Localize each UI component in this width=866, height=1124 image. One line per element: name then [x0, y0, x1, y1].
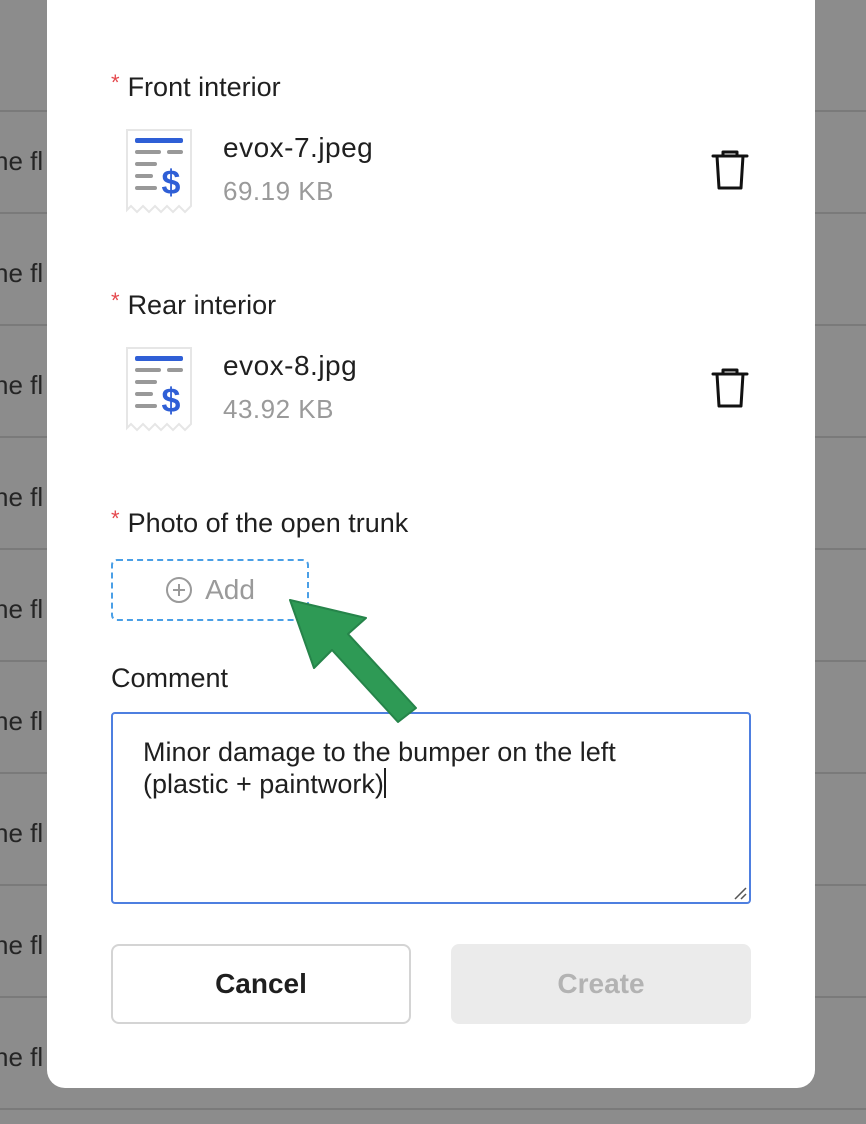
add-photo-label: Add — [205, 574, 255, 605]
field-label-text: Photo of the open trunk — [127, 508, 409, 538]
svg-text:$: $ — [162, 382, 181, 420]
background-row-text: ne fl — [0, 818, 44, 848]
background-row-text: ne fl — [0, 706, 44, 736]
field-label-text: Rear interior — [127, 290, 277, 320]
required-marker: * — [111, 70, 120, 95]
comment-text: Minor damage to the bumper on the left (… — [143, 737, 616, 799]
create-button[interactable]: Create — [451, 944, 751, 1024]
field-label-front-interior: * Front interior — [111, 70, 281, 103]
required-marker: * — [111, 288, 120, 313]
file-size: 69.19 KB — [223, 176, 334, 206]
background-row-text: ne fl — [0, 482, 44, 512]
required-marker: * — [111, 506, 120, 531]
field-label-rear-interior: * Rear interior — [111, 288, 277, 321]
trash-icon[interactable] — [709, 148, 751, 192]
receipt-file-icon: $ — [126, 347, 192, 432]
annotation-arrow-icon — [289, 599, 417, 723]
file-size: 43.92 KB — [223, 394, 334, 424]
comment-label: Comment — [111, 663, 229, 693]
background-row-text: ne fl — [0, 370, 44, 400]
background-row-text: ne fl — [0, 594, 44, 624]
background-row-text: ne fl — [0, 258, 44, 288]
plus-circle-icon — [166, 577, 193, 603]
resize-handle-icon[interactable] — [731, 884, 747, 900]
file-name: evox-8.jpg — [223, 350, 358, 381]
background-row-text: ne fl — [0, 930, 44, 960]
comment-textarea[interactable]: Minor damage to the bumper on the left (… — [111, 712, 751, 904]
background-row-text: ne fl — [0, 1042, 44, 1072]
text-caret — [383, 768, 386, 798]
trash-icon[interactable] — [709, 366, 751, 410]
create-modal: * Front interior $ evox-7.jpeg 69.19 KB *… — [47, 0, 815, 1088]
background-row-text: ne fl — [0, 146, 44, 176]
file-name: evox-7.jpeg — [223, 132, 374, 163]
field-label-text: Front interior — [127, 72, 281, 102]
cancel-button[interactable]: Cancel — [111, 944, 411, 1024]
field-label-open-trunk: * Photo of the open trunk — [111, 506, 409, 539]
receipt-file-icon: $ — [126, 129, 192, 214]
svg-text:$: $ — [162, 164, 181, 202]
